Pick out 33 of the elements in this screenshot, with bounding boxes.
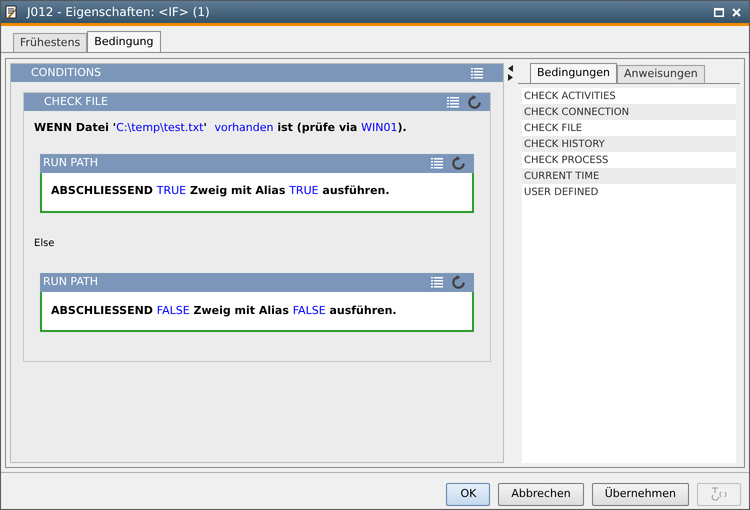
maximize-icon[interactable] bbox=[714, 8, 724, 16]
list-item[interactable]: CHECK CONNECTION bbox=[522, 104, 736, 120]
tab[interactable]: Bedingung bbox=[87, 31, 161, 52]
list-icon[interactable] bbox=[471, 68, 483, 78]
refresh-icon[interactable] bbox=[467, 94, 482, 110]
refresh-icon[interactable] bbox=[451, 275, 466, 290]
dialog-button[interactable]: Übernehmen bbox=[592, 482, 689, 506]
window-title: J012 - Eigenschaften: <IF> (1) bbox=[27, 4, 211, 21]
list-icon[interactable] bbox=[431, 158, 443, 168]
syntax-button[interactable] bbox=[697, 482, 741, 506]
close-icon[interactable] bbox=[732, 8, 741, 16]
else-label: Else bbox=[34, 238, 54, 248]
condition-text: ABSCHLIESSEND FALSE Zweig mit Alias FALSE ausführen. bbox=[51, 302, 397, 319]
list-item[interactable]: CHECK HISTORY bbox=[522, 136, 736, 152]
document-pen-icon bbox=[5, 4, 19, 20]
run-path-title: RUN PATH bbox=[43, 274, 100, 290]
collapse-left-icon[interactable] bbox=[508, 65, 513, 72]
list-icon[interactable] bbox=[431, 277, 443, 288]
tab[interactable]: Frühestens bbox=[13, 33, 88, 52]
list-icon[interactable] bbox=[447, 96, 459, 108]
tab[interactable]: Anweisungen bbox=[616, 65, 705, 83]
condition-text: WENN Datei 'C:\temp\test.txt' vorhanden ist (prüfe via WIN01). bbox=[34, 120, 408, 136]
expand-right-icon[interactable] bbox=[508, 74, 513, 81]
refresh-icon[interactable] bbox=[451, 156, 466, 170]
tab[interactable]: Bedingungen bbox=[530, 63, 617, 83]
run-path-title: RUN PATH bbox=[43, 154, 100, 171]
format-icon bbox=[710, 486, 728, 502]
dialog-button[interactable]: OK bbox=[446, 482, 490, 506]
check-title: CHECK FILE bbox=[44, 94, 109, 110]
dialog-button[interactable]: Abbrechen bbox=[498, 482, 584, 506]
condition-text: ABSCHLIESSEND TRUE Zweig mit Alias TRUE ausführen. bbox=[51, 183, 390, 200]
conditions-title: CONDITIONS bbox=[31, 64, 102, 81]
list-item[interactable]: CURRENT TIME bbox=[522, 168, 736, 184]
